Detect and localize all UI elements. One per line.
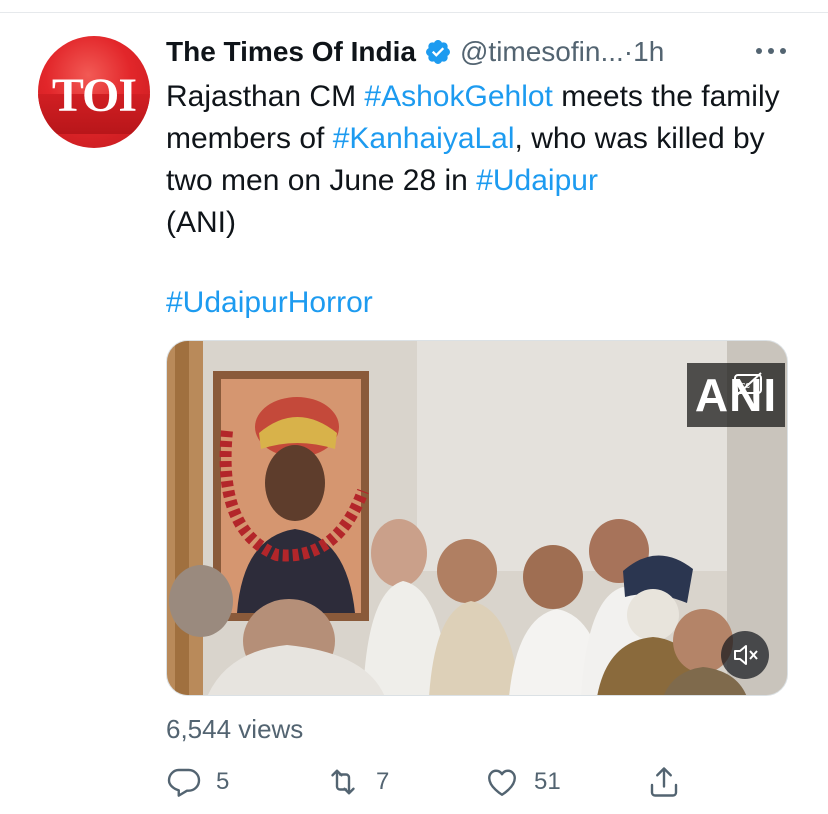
retweet-button[interactable]: 7: [324, 762, 389, 802]
author-handle[interactable]: @timesofin...: [460, 36, 624, 68]
separator-dot: ·: [623, 36, 634, 67]
hashtag-kanhaiyalal[interactable]: #KanhaiyaLal: [333, 122, 515, 155]
tweet-text: Rajasthan CM #AshokGehlot meets the fami…: [166, 76, 796, 244]
author-name[interactable]: The Times Of India: [166, 36, 416, 68]
hashtag-udaipur[interactable]: #Udaipur: [476, 164, 598, 197]
avatar-logo-text: TOI: [51, 69, 137, 122]
view-count: 6,544 views: [166, 714, 304, 744]
mute-button[interactable]: [721, 631, 769, 679]
heart-icon: [488, 769, 516, 796]
tweet-timestamp[interactable]: 1h: [633, 36, 664, 68]
reply-icon: [167, 768, 201, 797]
video-player[interactable]: ANI cc: [166, 340, 788, 696]
avatar[interactable]: TOI: [38, 36, 150, 148]
reply-button[interactable]: 5: [166, 762, 229, 802]
tweet-text-segment: (ANI): [166, 206, 236, 239]
retweet-count: 7: [376, 768, 390, 795]
retweet-icon: [331, 769, 355, 795]
like-count: 51: [534, 768, 561, 795]
share-button[interactable]: [646, 762, 682, 802]
captions-icon[interactable]: cc: [733, 371, 765, 399]
tweet-header: The Times Of India @timesofin... · 1h: [166, 32, 806, 72]
verified-badge-icon: [426, 40, 450, 64]
volume-muted-icon: [734, 645, 758, 665]
tweet-text-segment: Rajasthan CM: [166, 80, 365, 113]
more-options-icon[interactable]: [754, 40, 788, 62]
action-bar: 5 7 51: [166, 762, 796, 802]
top-divider: [0, 12, 828, 13]
like-button[interactable]: 51: [484, 762, 561, 802]
share-icon: [650, 767, 678, 797]
hashtag-ashokgehlot[interactable]: #AshokGehlot: [364, 80, 552, 113]
hashtag-udaipurhorror[interactable]: #UdaipurHorror: [166, 282, 373, 324]
reply-count: 5: [216, 768, 230, 795]
